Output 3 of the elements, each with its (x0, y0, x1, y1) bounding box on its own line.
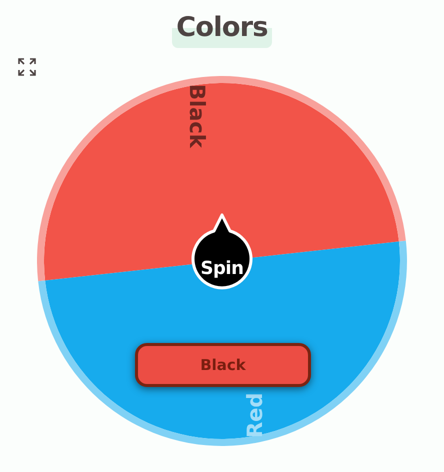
segment-label: Black (184, 84, 209, 148)
segment-label: Red (243, 392, 268, 438)
fullscreen-icon[interactable] (17, 57, 37, 77)
